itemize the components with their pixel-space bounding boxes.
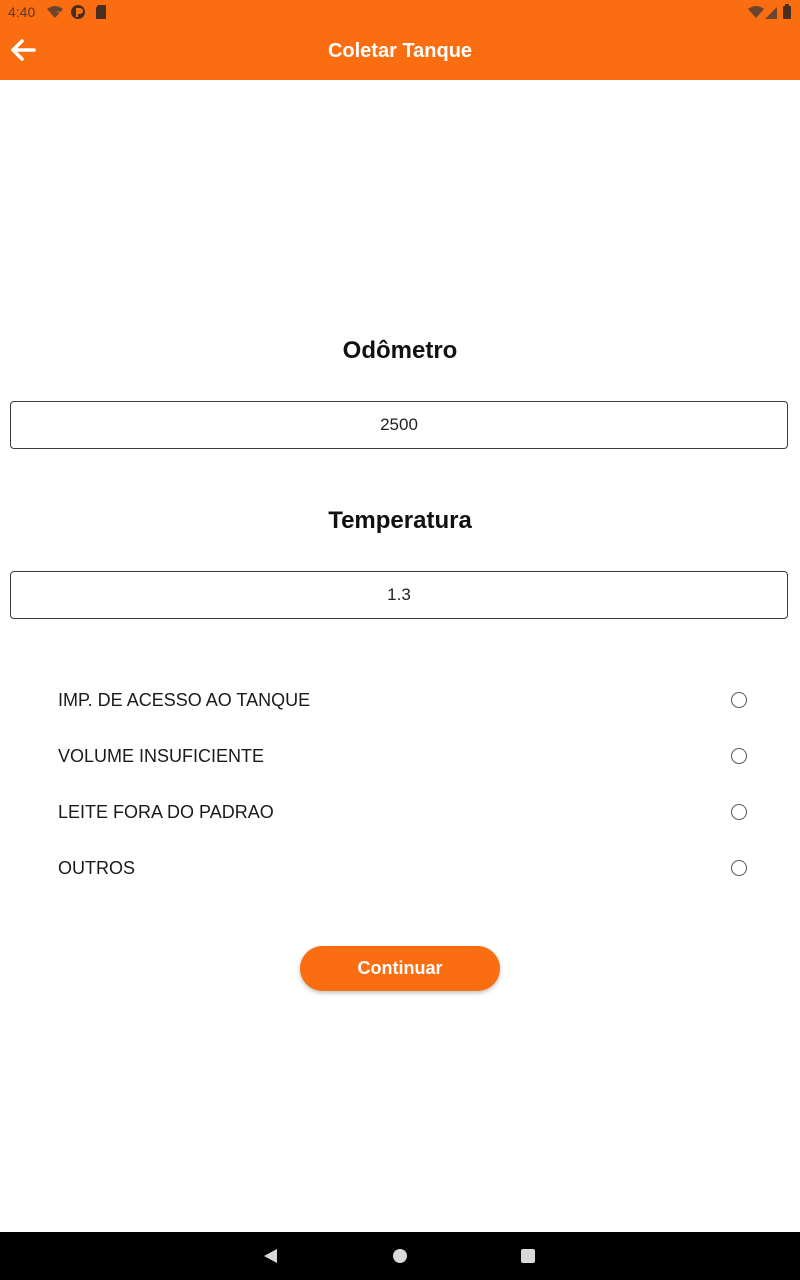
page-title: Coletar Tanque	[327, 40, 473, 62]
temperature-input[interactable]: 1.3	[10, 571, 788, 619]
option-label: LEITE FORA DO PADRAO	[58, 801, 274, 822]
cell-signal-icon	[764, 4, 778, 25]
option-imp-acesso-tanque[interactable]: IMP. DE ACESSO AO TANQUE	[58, 680, 750, 720]
temperature-label: Temperatura	[328, 507, 472, 534]
option-label: OUTROS	[58, 857, 136, 878]
radio-button[interactable]	[731, 860, 747, 876]
svg-text:?: ?	[56, 11, 61, 20]
option-label: IMP. DE ACESSO AO TANQUE	[58, 689, 311, 710]
option-volume-insuficiente[interactable]: VOLUME INSUFICIENTE	[58, 736, 750, 776]
radio-button[interactable]	[731, 748, 747, 764]
screen: 4:40 ? Coletar Tanque Odômetro 2500 Temp…	[0, 0, 800, 1280]
status-bar: 4:40 ?	[0, 0, 800, 24]
option-label: VOLUME INSUFICIENTE	[58, 745, 265, 766]
home-circle-icon[interactable]	[392, 1248, 408, 1269]
radio-button[interactable]	[731, 804, 747, 820]
radio-button[interactable]	[731, 692, 747, 708]
wifi-signal-icon	[748, 4, 764, 25]
option-outros[interactable]: OUTROS	[58, 848, 750, 888]
battery-icon	[782, 4, 792, 25]
odometer-input[interactable]: 2500	[10, 401, 788, 449]
pocket-icon	[70, 4, 86, 25]
option-leite-fora-padrao[interactable]: LEITE FORA DO PADRAO	[58, 792, 750, 832]
recents-square-icon[interactable]	[520, 1248, 536, 1269]
wifi-question-icon: ?	[46, 4, 64, 25]
sd-card-icon	[95, 4, 107, 25]
system-nav-bar	[0, 1232, 800, 1280]
odometer-label: Odômetro	[342, 337, 458, 364]
continue-button[interactable]: Continuar	[300, 946, 500, 991]
status-time: 4:40	[8, 4, 36, 20]
app-bar: Coletar Tanque	[0, 24, 800, 80]
back-triangle-icon[interactable]	[262, 1248, 278, 1269]
